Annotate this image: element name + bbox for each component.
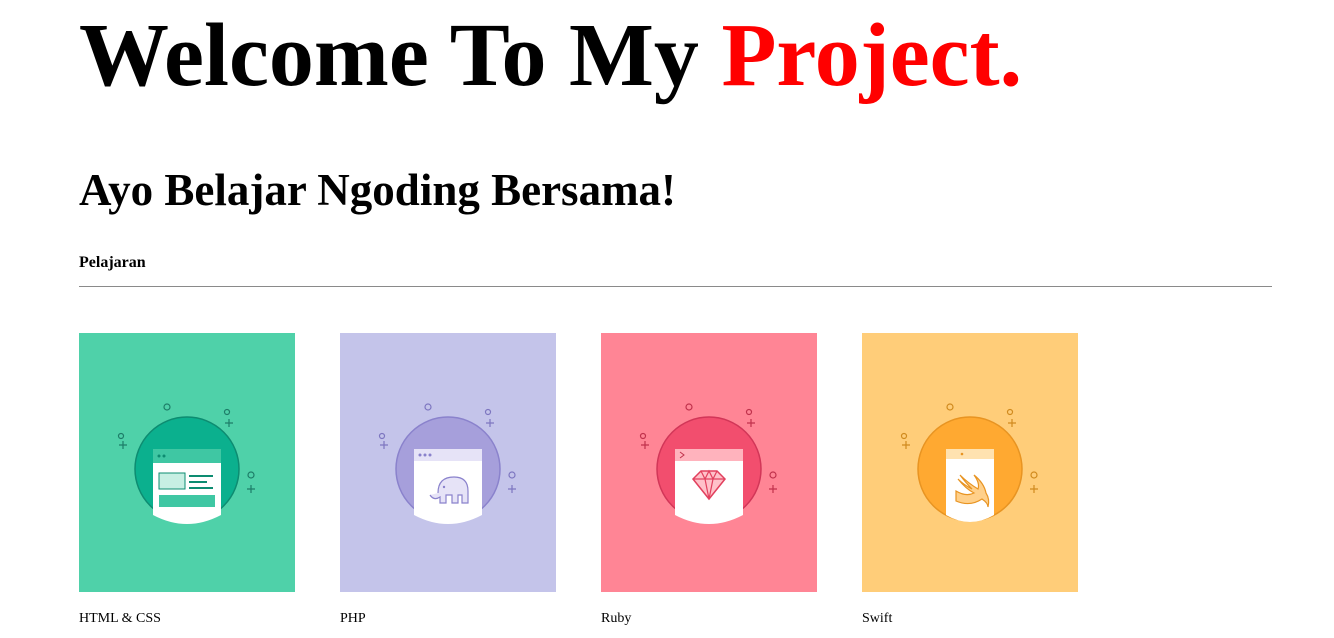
ruby-gem-icon	[601, 333, 817, 592]
course-label[interactable]: Swift	[862, 610, 892, 628]
page-title: Welcome To My Project.	[79, 4, 1022, 108]
course-thumbnail[interactable]	[862, 333, 1078, 592]
course-thumbnail[interactable]	[79, 333, 295, 592]
title-main: Welcome To My	[79, 6, 722, 105]
section-label: Pelajaran	[79, 254, 146, 271]
swift-bird-icon	[862, 333, 1078, 592]
course-card-ruby[interactable]: Ruby	[601, 333, 817, 626]
course-card-swift[interactable]: Swift	[862, 333, 1078, 626]
page-subtitle: Ayo Belajar Ngoding Bersama!	[79, 165, 677, 215]
section-divider	[79, 286, 1272, 287]
course-label[interactable]: Ruby	[601, 610, 631, 628]
course-label[interactable]: PHP	[340, 610, 366, 628]
browser-window-icon	[79, 333, 295, 592]
php-elephant-icon	[340, 333, 556, 592]
course-thumbnail[interactable]	[340, 333, 556, 592]
course-card-html-css[interactable]: HTML & CSS	[79, 333, 295, 626]
title-accent: Project.	[721, 6, 1023, 105]
course-thumbnail[interactable]	[601, 333, 817, 592]
course-card-php[interactable]: PHP	[340, 333, 556, 626]
course-label[interactable]: HTML & CSS	[79, 610, 161, 628]
